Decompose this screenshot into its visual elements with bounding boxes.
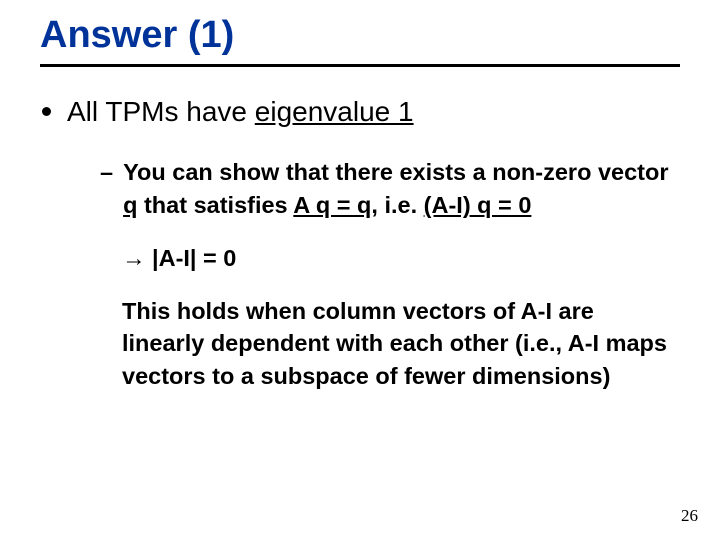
sub-prefix: You can show that there exists a non-zer… — [123, 159, 668, 185]
bullet-1-prefix: All TPMs have — [67, 96, 255, 127]
bullet-dot-icon — [42, 107, 51, 116]
page-number: 26 — [681, 506, 698, 526]
sub-mid2: , i.e. — [371, 192, 423, 218]
sub-eq2: (A-I) q = 0 — [424, 192, 532, 218]
title-underline — [40, 64, 680, 67]
bullet-dash-icon: – — [100, 156, 113, 189]
sub-q1: q — [123, 192, 137, 218]
bullet-2-text: You can show that there exists a non-zer… — [123, 156, 680, 222]
bullet-1-text: All TPMs have eigenvalue 1 — [67, 93, 414, 131]
sub-mid1: that satisfies — [137, 192, 293, 218]
sub-eq: A q = q — [293, 192, 371, 218]
implication-line: → |A-I| = 0 — [40, 242, 680, 274]
bullet-1-underlined: eigenvalue 1 — [255, 96, 414, 127]
slide-title: Answer (1) — [40, 14, 680, 58]
bullet-level-2: – You can show that there exists a non-z… — [40, 156, 680, 222]
conclusion-paragraph: This holds when column vectors of A-I ar… — [40, 295, 680, 392]
slide: Answer (1) All TPMs have eigenvalue 1 – … — [0, 0, 720, 540]
bullet-level-1: All TPMs have eigenvalue 1 — [42, 93, 680, 131]
